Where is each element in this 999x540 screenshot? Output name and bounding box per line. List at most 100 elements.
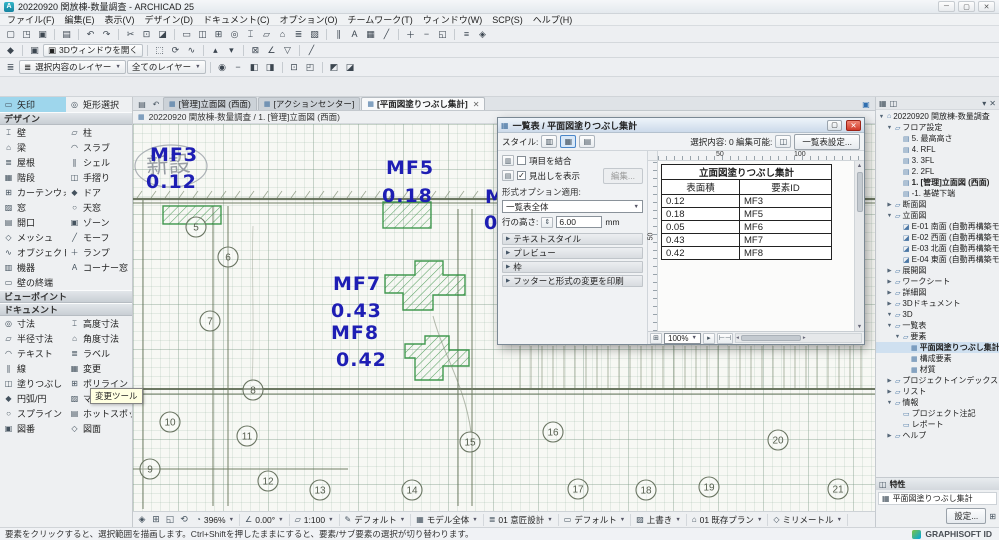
chevron-right-icon[interactable]: ▶ (886, 279, 893, 285)
section-テキストスタイル[interactable]: ▶ テキストスタイル (502, 233, 643, 245)
vertical-scrollbar[interactable]: ▲ ▼ (854, 161, 864, 331)
scale-control[interactable]: ▱ 1:100 ▼ (290, 513, 340, 526)
menu-file[interactable]: ファイル(F) (2, 13, 60, 26)
quick-layers-icon[interactable]: ≣ (3, 61, 18, 74)
show-headline-checkbox[interactable]: ✓ (517, 171, 526, 180)
tool-wall-end[interactable]: ▭ 壁の終端 (0, 275, 66, 290)
close-button[interactable]: ✕ (978, 1, 995, 12)
tree-item[interactable]: ▶ ▱ ワークシート (876, 276, 999, 287)
working-units-control[interactable]: ◇ ミリメートル ▼ (768, 513, 849, 526)
close-panel-icon[interactable]: ✕ (989, 99, 996, 108)
layer-lock-icon[interactable]: ◧ (247, 61, 262, 74)
undo-icon[interactable]: ↶ (83, 28, 98, 41)
tool-line[interactable]: ∥ 線 (0, 361, 66, 376)
tool-equipment[interactable]: ▥ 機器 (0, 260, 66, 275)
walk-icon[interactable]: ∿ (184, 44, 199, 57)
scrollbar-thumb[interactable] (740, 335, 801, 341)
style-list-view-icon[interactable]: ▥ (541, 135, 558, 148)
zoom-out-icon[interactable]: − (419, 28, 434, 41)
marquee-icon[interactable]: ⬚ (152, 44, 167, 57)
tab-navigate-icon[interactable]: ↶ (149, 98, 163, 110)
schedule-row[interactable]: 0.43 MF7 (661, 233, 832, 247)
schedule-row[interactable]: 0.42 MF8 (661, 246, 832, 260)
tool-figure[interactable]: ▣ 図番 (0, 421, 66, 436)
beam-icon[interactable]: ⌶ (243, 28, 258, 41)
style-header-view-icon[interactable]: ▤ (579, 135, 596, 148)
dimension-icon[interactable]: ∥ (331, 28, 346, 41)
chevron-right-icon[interactable]: ▶ (886, 389, 893, 395)
all-layers-dropdown[interactable]: 全てのレイヤー ▼ (126, 60, 206, 74)
tool-change[interactable]: ▦ 変更 (66, 361, 132, 376)
tree-item[interactable]: ▶ ▱ プロジェクトインデックス (876, 375, 999, 386)
ungroup-icon[interactable]: ◰ (303, 61, 318, 74)
tree-item[interactable]: ▼ ⌂ 20220920 関放棟-数量調査 (876, 111, 999, 122)
scroll-left-icon[interactable]: ◂ (736, 335, 739, 341)
schedule-cell[interactable]: MF6 (739, 220, 832, 234)
properties-settings-button[interactable]: 設定... (946, 508, 987, 524)
chevron-right-icon[interactable]: ▶ (886, 290, 893, 296)
tree-item[interactable]: ▼ ▱ フロア設定 (876, 122, 999, 133)
stair-icon[interactable]: ≣ (291, 28, 306, 41)
tool-stair[interactable]: ▦ 階段 (0, 170, 66, 185)
copy-icon[interactable]: ⊡ (139, 28, 154, 41)
schedule-table[interactable]: 立面図塗りつぶし集計 表面積 要素ID 0.12 MF3 0.18 MF5 0.05 MF6 0.… (661, 164, 832, 260)
tool-window[interactable]: ▨ 窓 (0, 200, 66, 215)
schedule-cell[interactable]: 0.42 (661, 246, 740, 260)
schedule-cell[interactable]: MF8 (739, 246, 832, 260)
tree-item[interactable]: ▼ ▱ 情報 (876, 397, 999, 408)
fit-in-window-icon[interactable]: ◱ (163, 513, 177, 526)
edit-button[interactable]: 編集... (602, 167, 643, 184)
tree-item[interactable]: ▶ ▱ 展開図 (876, 265, 999, 276)
menu-edit[interactable]: 編集(E) (60, 13, 100, 26)
tab-fill-schedule[interactable]: ▦ [平面図塗りつぶし集計] ✕ (361, 97, 486, 110)
tool-corner-window[interactable]: A コーナー窓 (66, 260, 132, 275)
schedule-row[interactable]: 0.05 MF6 (661, 220, 832, 234)
tool-fill[interactable]: ◫ 塗りつぶし (0, 376, 66, 391)
tab-overview-icon[interactable]: ▤ (135, 98, 149, 110)
previous-zoom-icon[interactable]: ⟲ (177, 513, 191, 526)
tool-wall[interactable]: ⌶ 壁 (0, 125, 66, 140)
tool-marquee[interactable]: ◎ 矩形選択 (66, 97, 132, 112)
tree-item[interactable]: ▦ 構成要素 (876, 353, 999, 364)
menu-window[interactable]: ウィンドウ(W) (418, 13, 488, 26)
tree-item[interactable]: ▤ 1. [管理]立面図 (西面) (876, 177, 999, 188)
cut-icon[interactable]: ✂ (123, 28, 138, 41)
row-height-input[interactable]: 6.00 (556, 216, 603, 228)
fit-view-icon[interactable]: ◱ (435, 28, 450, 41)
section-プレビュー[interactable]: ▶ プレビュー (502, 247, 643, 259)
chevron-down-icon[interactable]: ▼ (894, 334, 901, 340)
scrollbar-thumb[interactable] (856, 172, 863, 212)
door-icon[interactable]: ◫ (195, 28, 210, 41)
close-tab-icon[interactable]: ✕ (473, 100, 480, 109)
page-next-icon[interactable]: ▸ (702, 332, 715, 344)
tool-spline[interactable]: ○ スプライン (0, 406, 66, 421)
layer-hide-icon[interactable]: − (231, 61, 246, 74)
section-フッターと形式の変更を印刷[interactable]: ▶ フッターと形式の変更を印刷 (502, 275, 643, 287)
open-icon[interactable]: ◳ (19, 28, 34, 41)
text-icon[interactable]: A (347, 28, 362, 41)
orientation-control[interactable]: ∠ 0.00° ▼ (240, 513, 290, 526)
tool-morph[interactable]: ╱ モーフ (66, 230, 132, 245)
menu-teamwork[interactable]: チームワーク(T) (343, 13, 418, 26)
tree-item[interactable]: ▶ ▱ 3Dドキュメント (876, 298, 999, 309)
dimension-style-control[interactable]: ▭ デフォルト ▼ (559, 513, 632, 526)
grid-icon[interactable]: ⊞ (989, 512, 996, 521)
schedule-preview[interactable]: 立面図塗りつぶし集計 表面積 要素ID 0.12 MF3 0.18 MF5 0.05 MF6 0.… (658, 161, 854, 331)
chevron-right-icon[interactable]: ▶ (886, 268, 893, 274)
grid-snap-icon[interactable]: ⊠ (248, 44, 263, 57)
preview-zoom-select[interactable]: 100% ▼ (664, 332, 701, 344)
schedule-column-header[interactable]: 要素ID (739, 179, 832, 195)
schedule-row[interactable]: 0.12 MF3 (661, 194, 832, 208)
horizontal-scrollbar[interactable]: ◂ ▸ (735, 333, 862, 343)
tool-angle-dimension[interactable]: ⌂ 角度寸法 (66, 331, 132, 346)
show-3d-icon[interactable]: ▣ (27, 44, 42, 57)
tree-item[interactable]: ◪E-03 北面 (自動再構築モデル) (876, 243, 999, 254)
tree-item[interactable]: ◪E-04 東面 (自動再構築モデル) (876, 254, 999, 265)
tree-item[interactable]: ◪E-01 南面 (自動再構築モデル) (876, 221, 999, 232)
tree-item[interactable]: ▼ ▱ 立面図 (876, 210, 999, 221)
tool-column[interactable]: ▱ 柱 (66, 125, 132, 140)
3d-cube-icon[interactable]: ▣ (859, 98, 873, 110)
schedule-column-header[interactable]: 表面積 (661, 179, 740, 195)
tool-dimension[interactable]: ◎ 寸法 (0, 316, 66, 331)
chevron-right-icon[interactable]: ▶ (886, 301, 893, 307)
